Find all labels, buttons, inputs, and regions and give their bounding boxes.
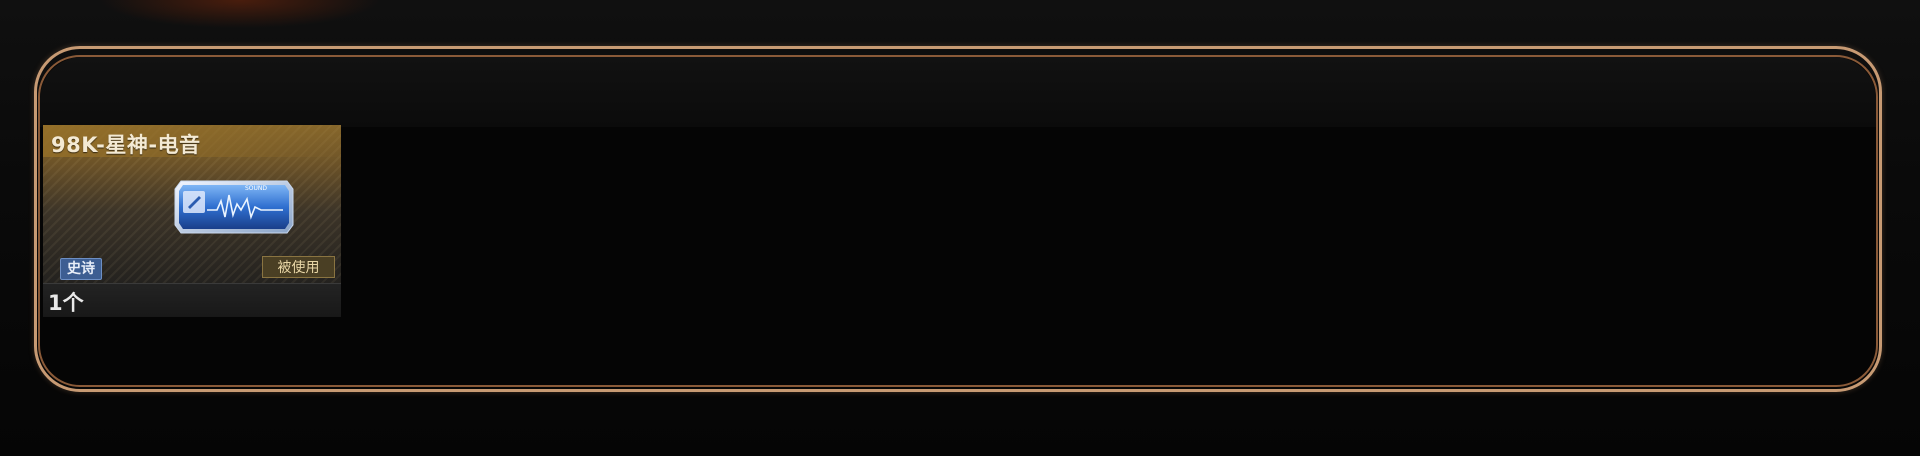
inventory-item-card[interactable]: 98K-星神-电音 SOUND 史诗 被使用 1个: [43, 125, 341, 317]
rarity-badge: 史诗: [60, 258, 102, 280]
status-badge: 被使用: [262, 256, 335, 278]
svg-text:SOUND: SOUND: [245, 185, 267, 192]
inventory-screen: 98K-星神-电音 SOUND 史诗 被使用 1个: [0, 0, 1920, 456]
sound-card-icon: SOUND: [174, 180, 294, 234]
item-card-footer: 1个: [43, 283, 341, 317]
item-name: 98K-星神-电音: [51, 133, 201, 157]
item-quantity: 1个: [48, 291, 84, 315]
